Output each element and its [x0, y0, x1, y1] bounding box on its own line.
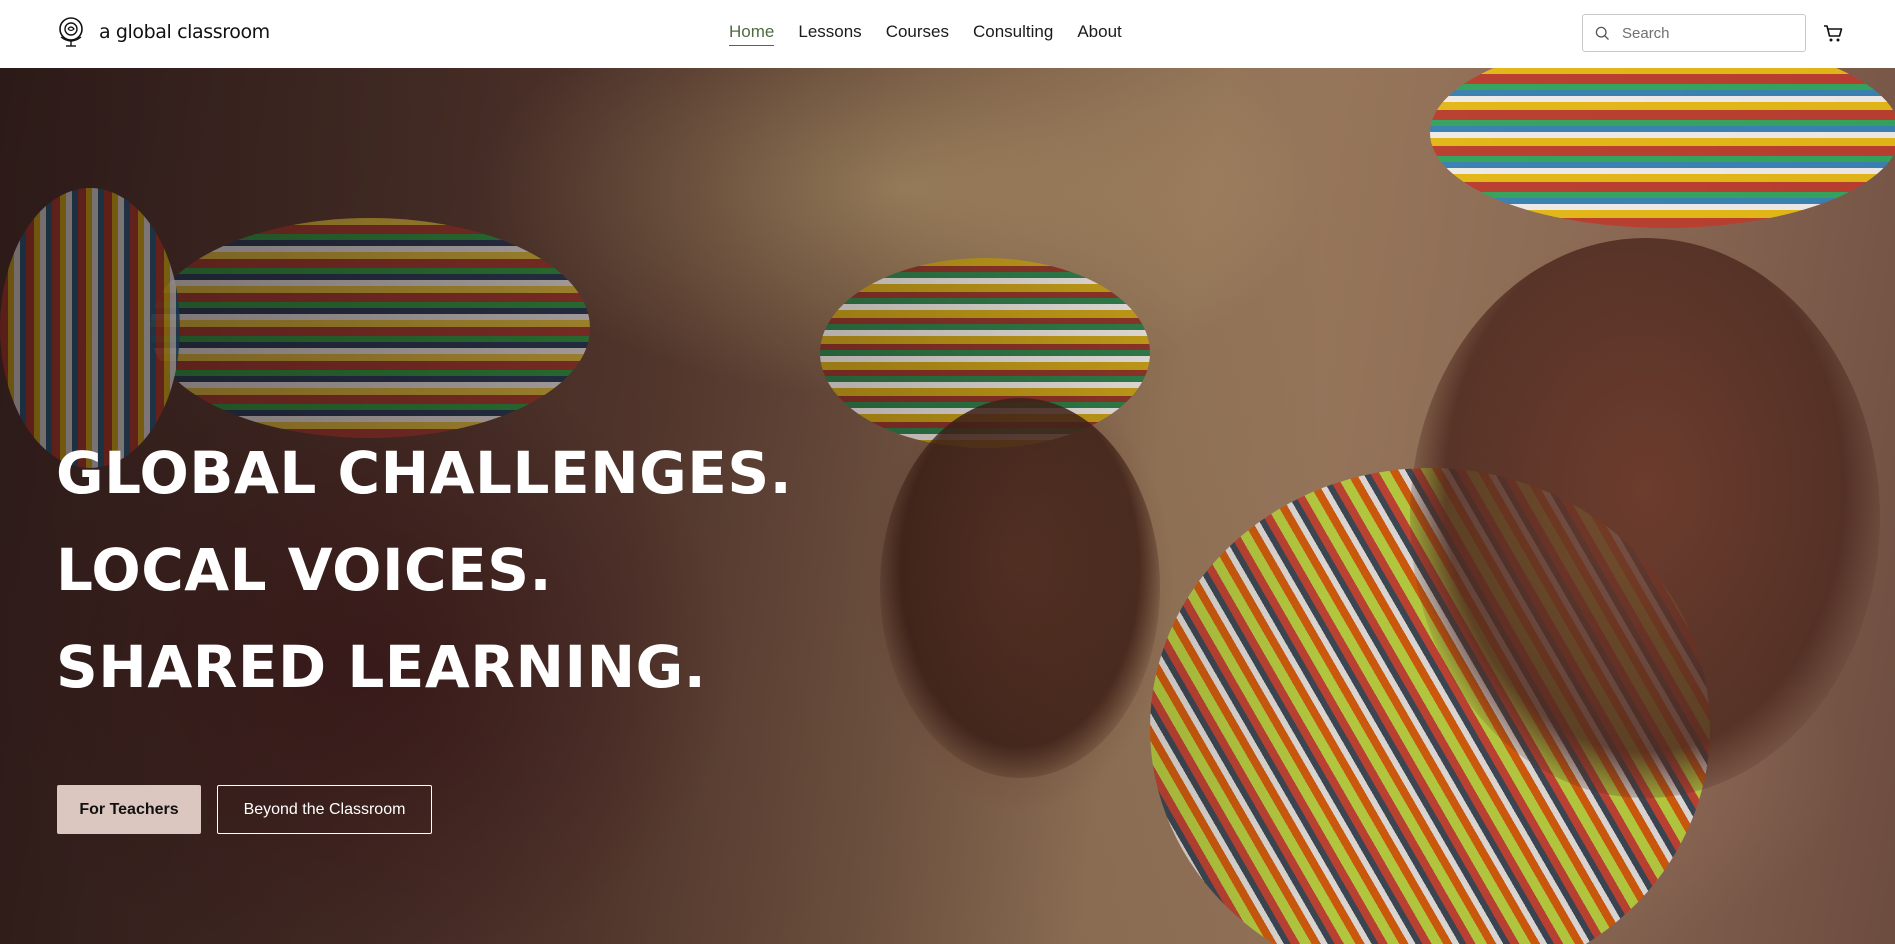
search-box[interactable]: [1582, 14, 1806, 52]
brand-name: a global classroom: [99, 21, 270, 43]
hero-headline: GLOBAL CHALLENGES. LOCAL VOICES. SHARED …: [56, 425, 792, 716]
search-icon: [1595, 26, 1609, 40]
nav-item-consulting[interactable]: Consulting: [973, 22, 1053, 46]
top-navigation-bar: a global classroom Home Lessons Courses …: [0, 0, 1895, 68]
cart-icon[interactable]: [1822, 22, 1844, 44]
nav-item-about[interactable]: About: [1077, 22, 1121, 46]
nav-item-home[interactable]: Home: [729, 22, 775, 46]
nav-item-courses[interactable]: Courses: [886, 22, 949, 46]
globe-logo-icon: [59, 17, 83, 47]
search-input[interactable]: [1620, 23, 1790, 43]
nav-item-lessons[interactable]: Lessons: [798, 22, 861, 46]
brand-logo-link[interactable]: a global classroom: [57, 15, 270, 49]
for-teachers-button[interactable]: For Teachers: [57, 785, 201, 834]
beyond-the-classroom-button[interactable]: Beyond the Classroom: [217, 785, 432, 834]
main-nav: Home Lessons Courses Consulting About: [729, 0, 1122, 68]
headline-line-2: LOCAL VOICES.: [56, 536, 553, 604]
headline-line-1: GLOBAL CHALLENGES.: [56, 439, 793, 507]
headline-line-3: SHARED LEARNING.: [56, 633, 707, 701]
